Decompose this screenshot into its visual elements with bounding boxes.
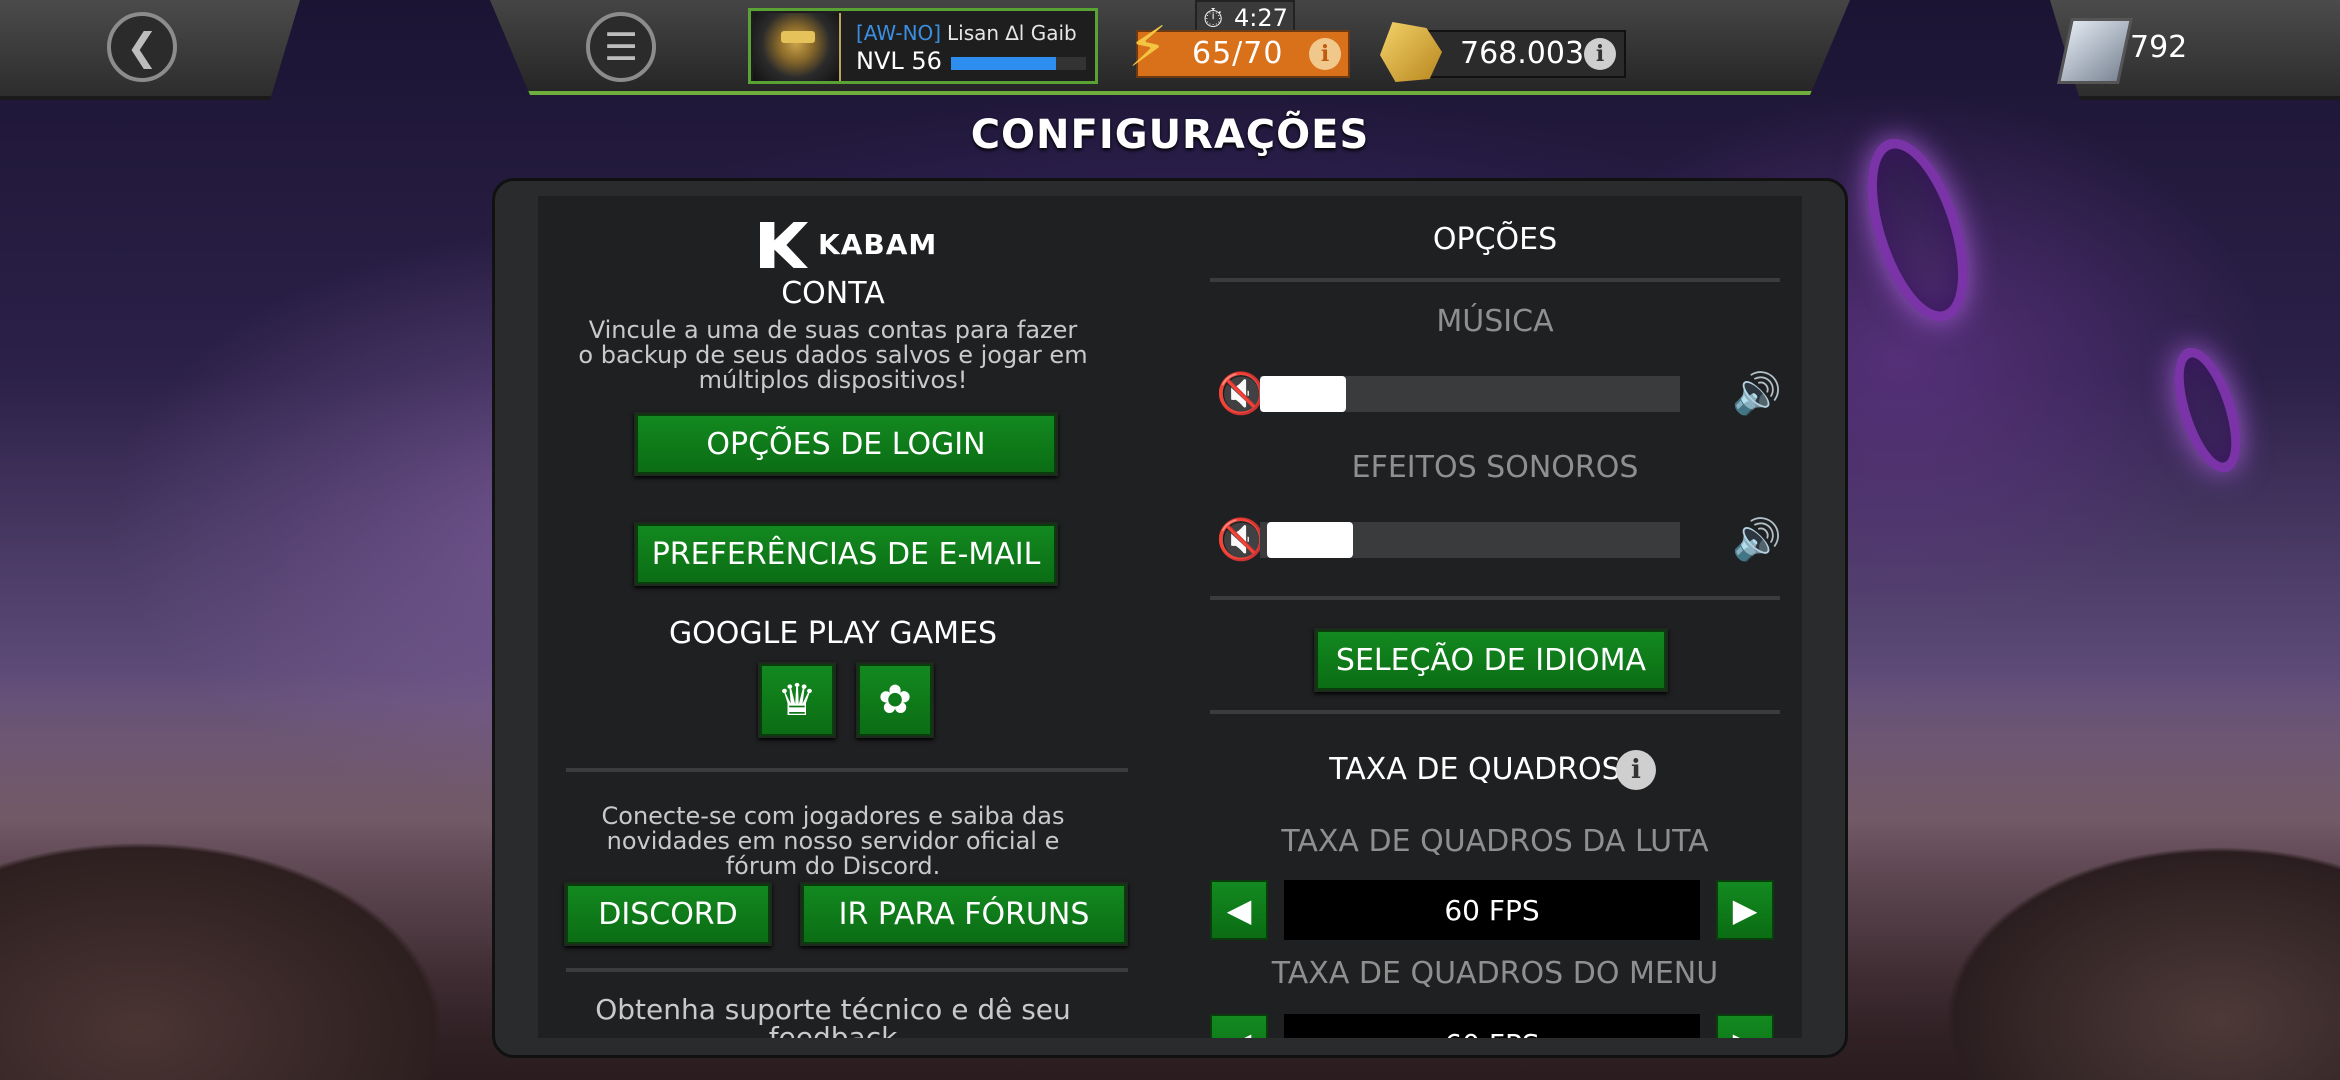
fight-fps-prev-button[interactable]: ◀ bbox=[1210, 880, 1268, 940]
menu-fps-prev-button[interactable]: ◀ bbox=[1210, 1014, 1268, 1038]
volume-max-icon[interactable]: 🔊 bbox=[1732, 374, 1782, 414]
menu-fps-value: 60 FPS bbox=[1284, 1014, 1700, 1038]
menu-fps-next-button[interactable]: ▶ bbox=[1716, 1014, 1774, 1038]
units-value: 792 bbox=[2130, 30, 2188, 65]
fight-fps-next-button[interactable]: ▶ bbox=[1716, 880, 1774, 940]
music-label: MÚSICA bbox=[1436, 304, 1554, 339]
arrow-left-icon: ◀ bbox=[1227, 1025, 1252, 1038]
gold-info-icon[interactable]: i bbox=[1584, 38, 1616, 70]
sfx-slider-thumb[interactable] bbox=[1266, 522, 1353, 558]
gold-value: 768.003 bbox=[1460, 36, 1585, 71]
discord-button[interactable]: DISCORD bbox=[564, 882, 772, 946]
support-description: Obtenha suporte técnico e dê seu feedbac… bbox=[595, 993, 1071, 1039]
account-heading: CONTA bbox=[781, 276, 885, 311]
arrow-right-icon: ▶ bbox=[1733, 1025, 1758, 1038]
kabam-logo: KABAM bbox=[760, 222, 940, 268]
mute-icon[interactable]: 🔇 bbox=[1216, 520, 1266, 560]
section-divider bbox=[1210, 278, 1780, 282]
login-options-button[interactable]: OPÇÕES DE LOGIN bbox=[634, 412, 1058, 476]
menu-fps-label: TAXA DE QUADROS DO MENU bbox=[1271, 956, 1719, 991]
energy-info-icon[interactable]: i bbox=[1309, 38, 1341, 70]
player-level: NVL 56 bbox=[856, 47, 942, 75]
kabam-k-icon bbox=[760, 222, 808, 268]
avatar bbox=[753, 13, 841, 81]
music-slider-thumb[interactable] bbox=[1260, 376, 1346, 412]
section-divider bbox=[1210, 596, 1780, 600]
menu-button[interactable]: ☰ bbox=[586, 12, 656, 82]
mute-icon[interactable]: 🔇 bbox=[1216, 374, 1266, 414]
google-play-heading: GOOGLE PLAY GAMES bbox=[668, 616, 998, 651]
arrow-left-icon: ◀ bbox=[1226, 891, 1252, 929]
section-divider bbox=[1210, 710, 1780, 714]
top-hud: ❮ ☰ [AW-NO] Lisan ∆l Gaib NVL 56 ⏱ 4:27 … bbox=[0, 0, 2340, 100]
account-description: Vincule a uma de suas contas para fazer … bbox=[578, 316, 1088, 394]
arrow-right-icon: ▶ bbox=[1732, 891, 1758, 929]
settings-panel[interactable]: KABAM CONTA Vincule a uma de suas contas… bbox=[538, 196, 1802, 1038]
music-slider[interactable] bbox=[1260, 376, 1680, 412]
section-divider bbox=[566, 768, 1128, 772]
background-portal bbox=[2161, 339, 2254, 481]
section-divider bbox=[566, 968, 1128, 972]
back-arrow-icon: ❮ bbox=[126, 25, 158, 69]
energy-bolt-icon: ⚡ bbox=[1128, 15, 1168, 80]
community-description: Conecte-se com jogadores e saiba das nov… bbox=[601, 802, 1065, 880]
sfx-slider[interactable] bbox=[1260, 522, 1680, 558]
xp-bar-fill bbox=[951, 57, 1057, 70]
forums-button[interactable]: IR PARA FÓRUNS bbox=[800, 882, 1128, 946]
alliance-tag: [AW-NO] bbox=[856, 21, 942, 45]
fight-fps-value: 60 FPS bbox=[1284, 880, 1700, 940]
options-column: OPÇÕES MÚSICA 🔇 🔊 EFEITOS SONOROS 🔇 🔊 SE… bbox=[1210, 196, 1782, 1038]
menu-icon: ☰ bbox=[603, 25, 639, 69]
player-name: Lisan ∆l Gaib bbox=[947, 21, 1077, 45]
sfx-label: EFEITOS SONOROS bbox=[1351, 450, 1639, 485]
energy-value: 65/70 bbox=[1192, 36, 1284, 71]
crown-icon: ♛ bbox=[777, 674, 817, 726]
achievement-ribbon-icon: ✿ bbox=[878, 677, 912, 723]
kabam-wordmark: KABAM bbox=[818, 228, 938, 261]
email-preferences-button[interactable]: PREFERÊNCIAS DE E-MAIL bbox=[634, 522, 1058, 586]
language-selection-button[interactable]: SELEÇÃO DE IDIOMA bbox=[1314, 628, 1668, 692]
player-profile[interactable]: [AW-NO] Lisan ∆l Gaib NVL 56 bbox=[748, 8, 1098, 84]
back-button[interactable]: ❮ bbox=[107, 12, 177, 82]
volume-max-icon[interactable]: 🔊 bbox=[1732, 520, 1782, 560]
framerate-info-icon[interactable]: i bbox=[1616, 750, 1656, 790]
account-column: KABAM CONTA Vincule a uma de suas contas… bbox=[538, 196, 1128, 1038]
framerate-heading: TAXA DE QUADROS bbox=[1329, 752, 1621, 787]
page-title: CONFIGURAÇÕES bbox=[970, 112, 1370, 158]
leaderboards-button[interactable]: ♛ bbox=[758, 662, 836, 738]
options-heading: OPÇÕES bbox=[1432, 222, 1558, 257]
xp-bar bbox=[951, 57, 1086, 70]
fight-fps-label: TAXA DE QUADROS DA LUTA bbox=[1281, 824, 1709, 859]
energy-timer-text: 4:27 bbox=[1234, 4, 1288, 32]
achievements-button[interactable]: ✿ bbox=[856, 662, 934, 738]
